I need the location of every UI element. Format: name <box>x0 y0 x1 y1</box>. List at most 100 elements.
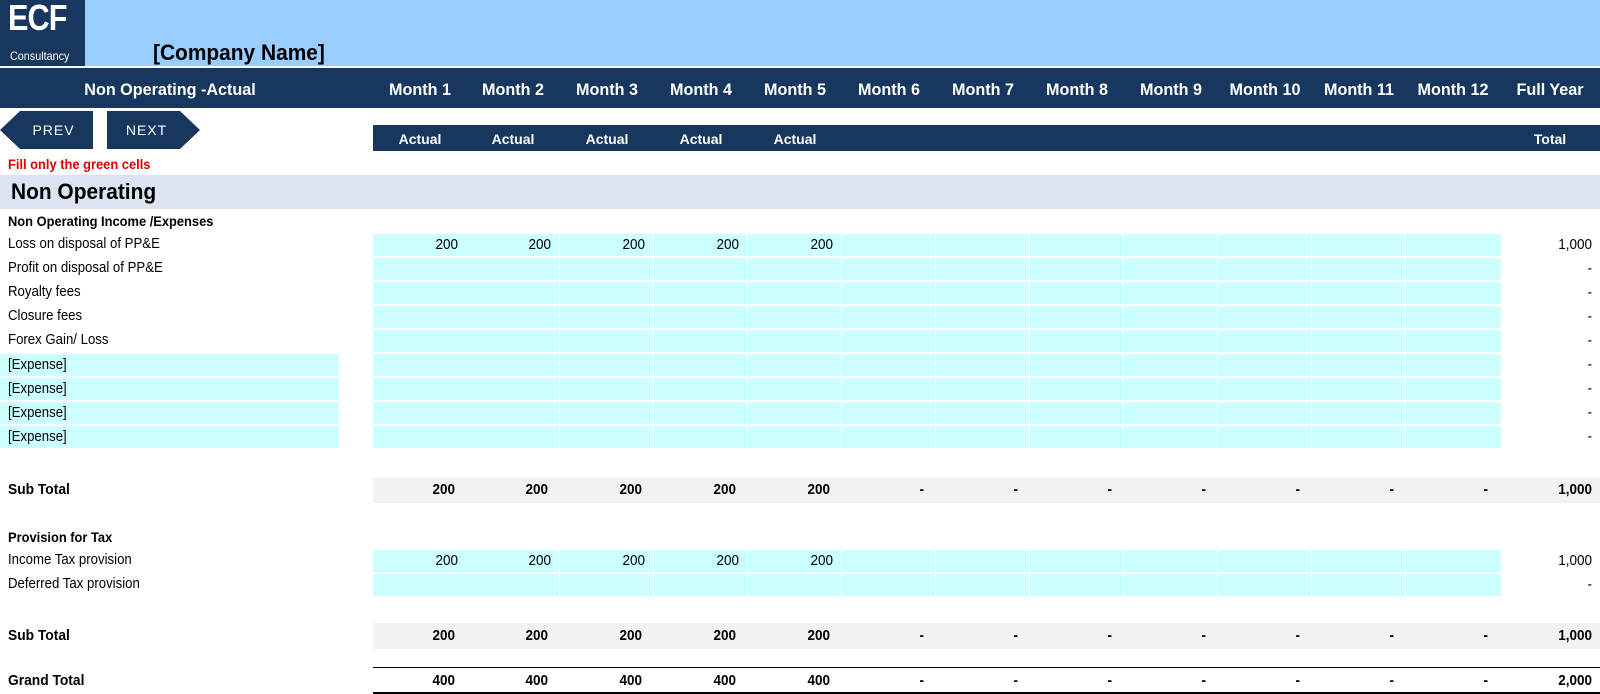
input-cell[interactable]: 200 <box>748 234 842 256</box>
input-cell[interactable] <box>654 378 748 400</box>
input-cell[interactable] <box>1312 354 1406 376</box>
input-cell[interactable] <box>842 330 936 352</box>
input-cell[interactable] <box>373 306 467 328</box>
input-cell[interactable] <box>560 378 654 400</box>
input-cell[interactable] <box>1312 550 1406 572</box>
input-cell[interactable] <box>748 402 842 424</box>
input-cell[interactable] <box>1406 574 1502 596</box>
input-cell[interactable] <box>373 330 467 352</box>
input-cell[interactable] <box>842 306 936 328</box>
input-cell[interactable] <box>1218 402 1312 424</box>
row-label-input[interactable]: [Expense] <box>0 426 339 448</box>
input-cell[interactable] <box>1406 258 1502 280</box>
input-cell[interactable] <box>466 306 560 328</box>
input-cell[interactable] <box>1406 550 1502 572</box>
input-cell[interactable] <box>1124 378 1218 400</box>
input-cell[interactable] <box>1406 402 1502 424</box>
input-cell[interactable] <box>373 258 467 280</box>
input-cell[interactable] <box>1124 354 1218 376</box>
next-button[interactable]: NEXT <box>107 111 200 149</box>
prev-button[interactable]: PREV <box>0 111 93 149</box>
input-cell[interactable] <box>654 574 748 596</box>
input-cell[interactable] <box>373 354 467 376</box>
company-name[interactable]: [Company Name] <box>153 40 325 66</box>
input-cell[interactable] <box>842 234 936 256</box>
input-cell[interactable] <box>1218 354 1312 376</box>
input-cell[interactable] <box>1030 234 1124 256</box>
input-cell[interactable] <box>466 426 560 448</box>
input-cell[interactable]: 200 <box>560 550 654 572</box>
input-cell[interactable] <box>1406 306 1502 328</box>
input-cell[interactable] <box>1124 574 1218 596</box>
input-cell[interactable] <box>936 574 1030 596</box>
input-cell[interactable] <box>560 426 654 448</box>
input-cell[interactable] <box>748 330 842 352</box>
input-cell[interactable] <box>1218 378 1312 400</box>
input-cell[interactable] <box>842 282 936 304</box>
input-cell[interactable] <box>1124 426 1218 448</box>
input-cell[interactable] <box>1312 574 1406 596</box>
input-cell[interactable] <box>560 354 654 376</box>
input-cell[interactable] <box>1312 306 1406 328</box>
input-cell[interactable]: 200 <box>466 550 560 572</box>
input-cell[interactable] <box>842 258 936 280</box>
row-label-input[interactable]: [Expense] <box>0 378 339 400</box>
input-cell[interactable] <box>1218 234 1312 256</box>
input-cell[interactable] <box>466 330 560 352</box>
input-cell[interactable]: 200 <box>466 234 560 256</box>
input-cell[interactable] <box>842 402 936 424</box>
input-cell[interactable] <box>1124 282 1218 304</box>
input-cell[interactable]: 200 <box>560 234 654 256</box>
input-cell[interactable] <box>1030 330 1124 352</box>
input-cell[interactable] <box>466 282 560 304</box>
input-cell[interactable] <box>748 282 842 304</box>
input-cell[interactable] <box>1030 258 1124 280</box>
input-cell[interactable] <box>748 306 842 328</box>
input-cell[interactable] <box>466 258 560 280</box>
input-cell[interactable] <box>654 426 748 448</box>
input-cell[interactable] <box>654 330 748 352</box>
input-cell[interactable] <box>466 354 560 376</box>
input-cell[interactable] <box>1030 574 1124 596</box>
input-cell[interactable] <box>1406 234 1502 256</box>
input-cell[interactable] <box>654 258 748 280</box>
input-cell[interactable]: 200 <box>373 550 467 572</box>
input-cell[interactable] <box>1406 426 1502 448</box>
input-cell[interactable] <box>748 354 842 376</box>
input-cell[interactable] <box>936 330 1030 352</box>
input-cell[interactable] <box>1030 282 1124 304</box>
input-cell[interactable] <box>1030 426 1124 448</box>
input-cell[interactable] <box>1218 426 1312 448</box>
input-cell[interactable] <box>1030 354 1124 376</box>
input-cell[interactable] <box>1218 574 1312 596</box>
input-cell[interactable] <box>654 354 748 376</box>
input-cell[interactable] <box>748 258 842 280</box>
input-cell[interactable] <box>1124 258 1218 280</box>
input-cell[interactable] <box>1218 550 1312 572</box>
input-cell[interactable] <box>560 306 654 328</box>
input-cell[interactable] <box>654 306 748 328</box>
input-cell[interactable] <box>936 402 1030 424</box>
input-cell[interactable] <box>373 426 467 448</box>
input-cell[interactable] <box>1124 306 1218 328</box>
input-cell[interactable] <box>654 402 748 424</box>
input-cell[interactable] <box>936 550 1030 572</box>
input-cell[interactable] <box>1218 282 1312 304</box>
input-cell[interactable]: 200 <box>654 234 748 256</box>
input-cell[interactable] <box>1312 378 1406 400</box>
input-cell[interactable] <box>842 550 936 572</box>
input-cell[interactable] <box>1312 234 1406 256</box>
input-cell[interactable] <box>560 402 654 424</box>
input-cell[interactable] <box>1124 234 1218 256</box>
input-cell[interactable] <box>1218 306 1312 328</box>
input-cell[interactable] <box>1312 282 1406 304</box>
input-cell[interactable] <box>1030 550 1124 572</box>
input-cell[interactable] <box>1406 282 1502 304</box>
input-cell[interactable] <box>936 306 1030 328</box>
input-cell[interactable] <box>560 574 654 596</box>
input-cell[interactable] <box>654 282 748 304</box>
input-cell[interactable] <box>560 258 654 280</box>
input-cell[interactable] <box>373 574 467 596</box>
input-cell[interactable] <box>1030 306 1124 328</box>
input-cell[interactable] <box>560 282 654 304</box>
